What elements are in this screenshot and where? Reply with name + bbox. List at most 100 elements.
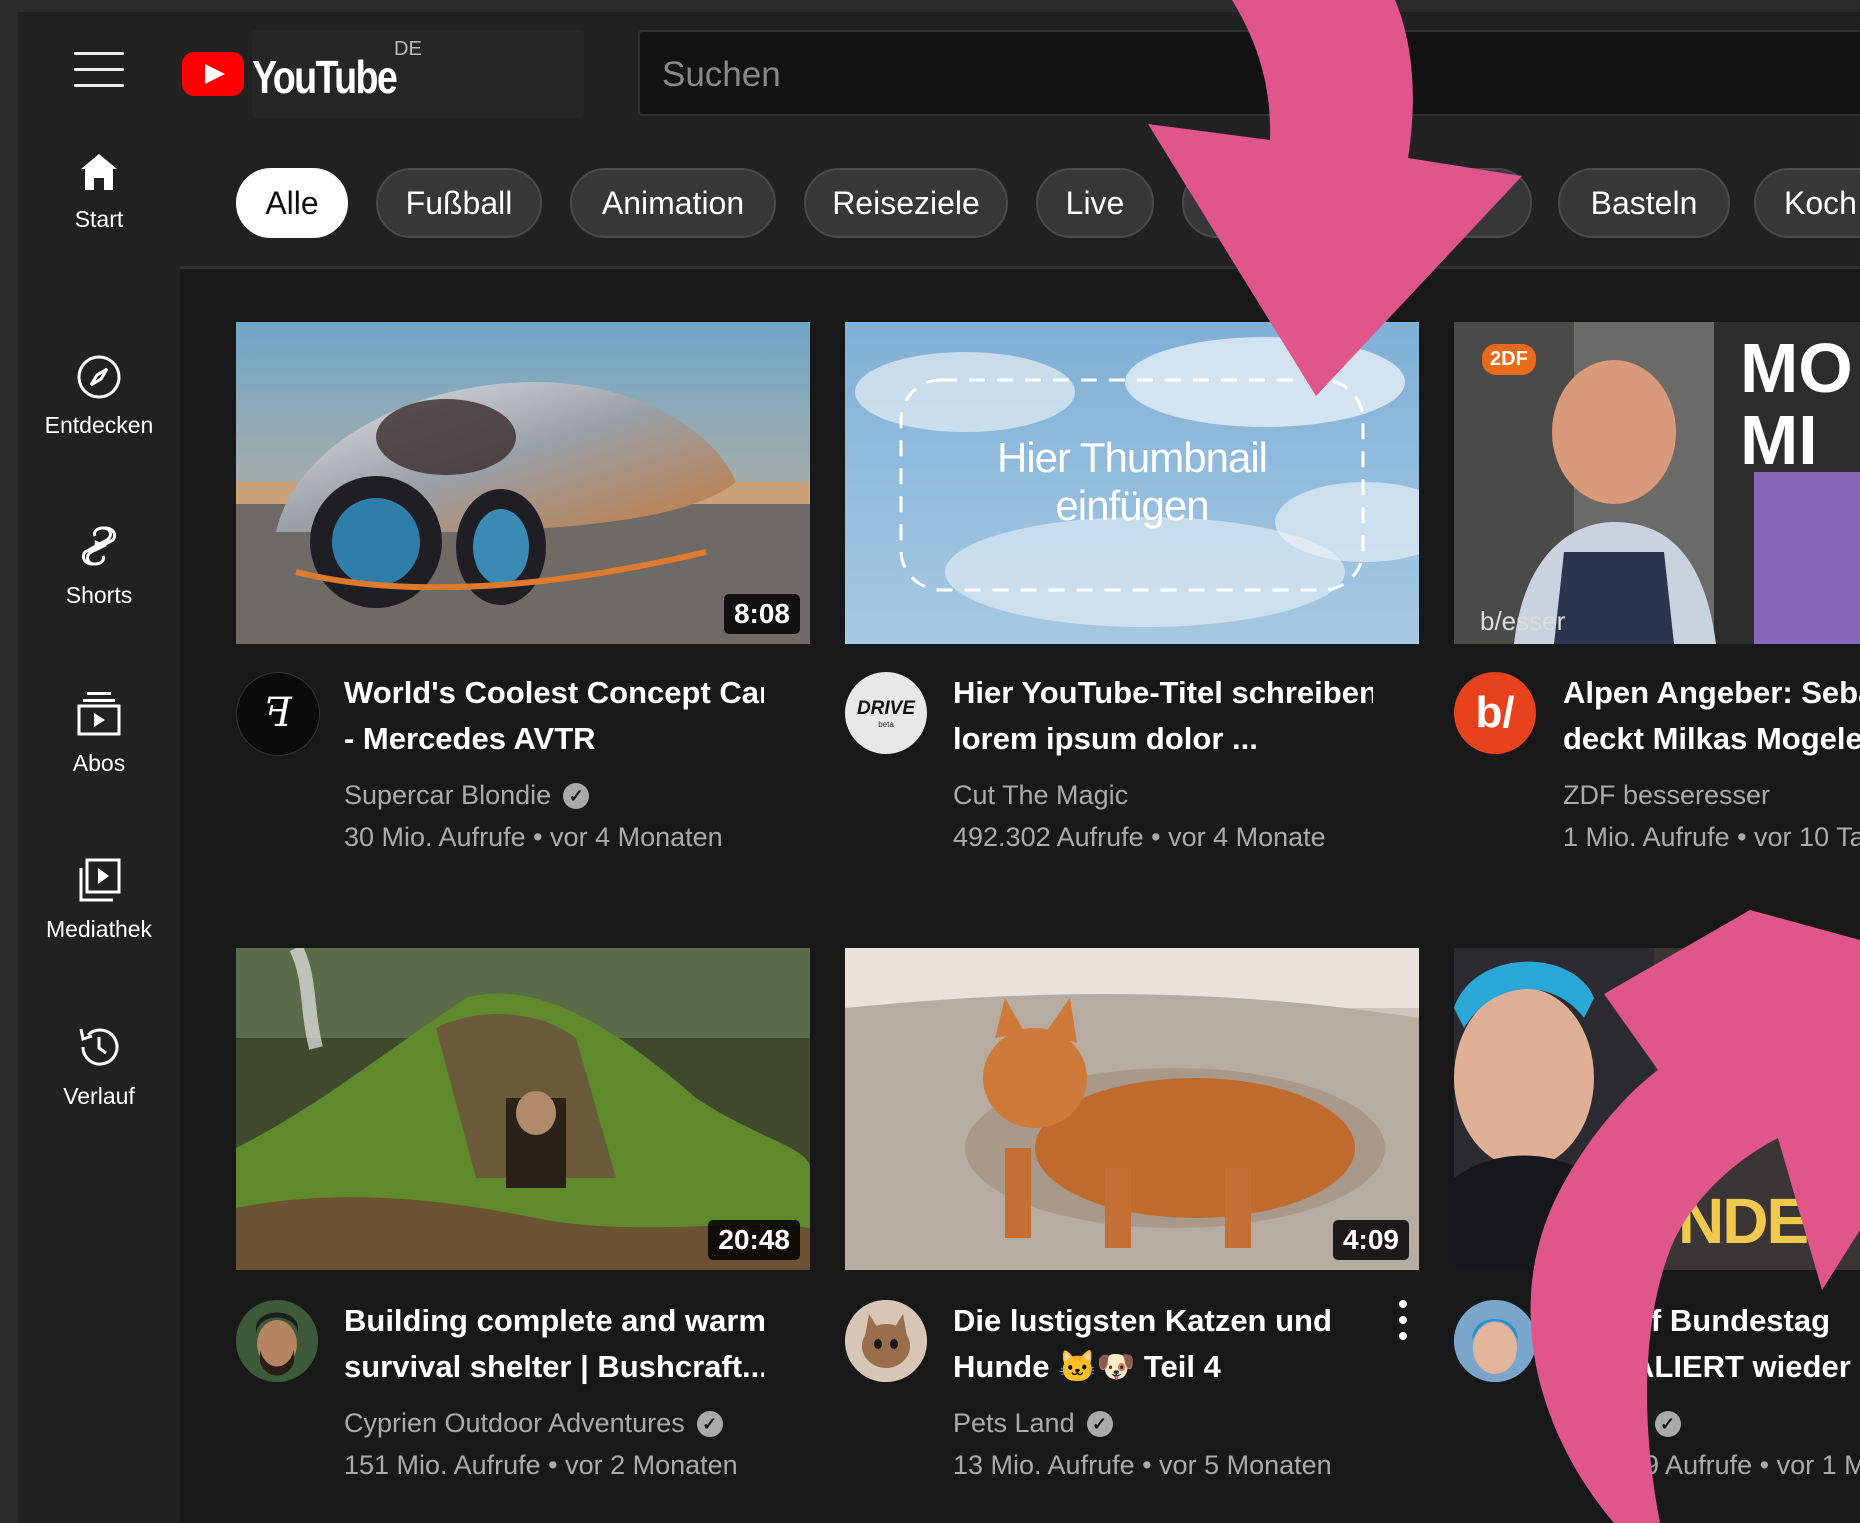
avatar-text: b/ <box>1475 688 1515 737</box>
history-icon <box>79 1028 119 1066</box>
chip-animation[interactable]: Animation <box>570 168 776 238</box>
avatar-monogram: ꟻ <box>264 690 292 736</box>
placeholder-line: einfügen <box>1055 482 1209 529</box>
region-code: DE <box>394 38 422 60</box>
video-title[interactable]: Die lustigsten Katzen und Hunde 🐱🐶 Teil 4 <box>953 1298 1373 1390</box>
video-duration: 20:48 <box>708 1220 800 1260</box>
placeholder-text: Hier Thumbnail einfügen <box>845 434 1419 530</box>
title-line: of Bundestag <box>1632 1303 1831 1338</box>
channel-avatar[interactable]: b/ <box>1454 672 1536 754</box>
channel-name[interactable]: Cut The Magic <box>953 780 1128 811</box>
sidebar-item-label: Mediathek <box>45 916 153 942</box>
watermark: b/esser <box>1480 606 1566 636</box>
avatar-text: DRIVE <box>856 698 916 719</box>
title-line: Die lustigsten Katzen und <box>953 1303 1332 1338</box>
thumbnail-text: MO MI <box>1740 332 1853 476</box>
video-duration: 8:08 <box>723 594 800 634</box>
title-line: ALIERT wieder (R <box>1632 1349 1860 1384</box>
chip-basteln[interactable]: Basteln <box>1558 168 1730 238</box>
title-line: lorem ipsum dolor ... <box>953 721 1258 756</box>
video-meta: 30 Mio. Aufrufe • vor 4 Monaten <box>344 822 723 852</box>
title-line: Building complete and warm <box>344 1303 764 1338</box>
video-title[interactable]: Alpen Angeber: Seba deckt Milkas Mogelei <box>1563 670 1860 762</box>
search-input[interactable] <box>660 50 1764 100</box>
verified-icon: ✓ <box>696 1411 723 1437</box>
title-line: deckt Milkas Mogelei <box>1563 721 1860 756</box>
sidebar-item-label: Abos <box>72 750 126 776</box>
avatar-subtext: beta <box>878 720 894 729</box>
avatar-cat-dog <box>845 1300 927 1382</box>
youtube-logo[interactable]: YouTube <box>182 48 398 104</box>
chip-alle[interactable]: Alle <box>236 168 348 238</box>
channel-name-text: zo <box>1614 1408 1643 1438</box>
video-thumbnail[interactable]: 2DF MO MI b/esser <box>1454 322 1860 644</box>
video-meta: 151 Mio. Aufrufe • vor 2 Monaten <box>344 1450 738 1480</box>
video-thumbnail[interactable]: NDES <box>1454 948 1860 1270</box>
channel-avatar[interactable] <box>236 1300 318 1382</box>
title-line: World's Coolest Concept Car <box>344 675 764 710</box>
video-thumbnail[interactable]: 8:08 <box>236 322 810 644</box>
avatar-portrait <box>1454 1300 1536 1382</box>
sidebar-item-verlauf[interactable]: Verlauf <box>18 1023 180 1163</box>
chip-reiseziele[interactable]: Reiseziele <box>804 168 1008 238</box>
channel-name-text: Pets Land <box>953 1408 1075 1438</box>
sidebar-item-abos[interactable]: Abos <box>18 690 180 830</box>
thumbnail-text: NDES <box>1678 1185 1850 1257</box>
home-icon <box>81 154 117 190</box>
video-title[interactable]: of Bundestag ALIERT wieder (R <box>1632 1298 1860 1390</box>
search-box[interactable] <box>638 30 1860 116</box>
video-thumbnail-placeholder[interactable]: Hier Thumbnail einfügen <box>845 322 1419 644</box>
video-title[interactable]: Building complete and warm survival shelt… <box>344 1298 764 1390</box>
verified-icon: ✓ <box>1086 1411 1113 1437</box>
title-line: Alpen Angeber: Seba <box>1563 675 1860 710</box>
channel-avatar[interactable] <box>1454 1300 1536 1382</box>
more-options-icon[interactable] <box>1388 1300 1418 1350</box>
sidebar-item-label: Verlauf <box>63 1083 135 1109</box>
title-line: - Mercedes AVTR <box>344 721 596 756</box>
sidebar-item-label: Entdecken <box>44 412 154 438</box>
title-line: Hunde 🐱🐶 Teil 4 <box>953 1349 1221 1384</box>
logo-text: YouTube <box>252 51 398 103</box>
sidebar-item-entdecken[interactable]: Entdecken <box>18 354 180 494</box>
channel-avatar[interactable]: ꟻ <box>236 672 320 756</box>
channel-avatar[interactable]: DRIVE beta <box>845 672 927 754</box>
channel-name-text: Cyprien Outdoor Adventures <box>344 1408 685 1438</box>
video-title[interactable]: Hier YouTube-Titel schreiben lorem ipsum … <box>953 670 1373 762</box>
channel-name[interactable]: ZDF besseresser <box>1563 780 1770 811</box>
video-thumbnail[interactable]: 20:48 <box>236 948 810 1270</box>
sidebar-item-label: Shorts <box>65 582 133 608</box>
menu-icon[interactable] <box>74 52 124 90</box>
broadcaster-badge: 2DF <box>1482 344 1536 375</box>
sidebar-item-start[interactable]: Start <box>18 150 180 290</box>
sidebar-item-label: Start <box>74 206 124 232</box>
sidebar-item-shorts[interactable]: Shorts <box>18 522 180 662</box>
sidebar-item-mediathek[interactable]: Mediathek <box>18 856 180 996</box>
video-meta: 989 Aufrufe • vor 1 M <box>1614 1450 1860 1480</box>
video-meta: 1 Mio. Aufrufe • vor 10 Ta <box>1563 822 1860 852</box>
channel-name[interactable]: Supercar Blondie ✓ <box>344 780 590 811</box>
library-icon <box>79 858 121 902</box>
sidebar-edge <box>0 12 18 1523</box>
video-thumbnail[interactable]: 4:09 <box>845 948 1419 1270</box>
thumbnail-text-line: MO <box>1740 329 1853 407</box>
video-title[interactable]: World's Coolest Concept Car - Mercedes AV… <box>344 670 764 762</box>
chip-live[interactable]: Live <box>1036 168 1154 238</box>
verified-icon: ✓ <box>563 783 590 809</box>
channel-name[interactable]: Pets Land ✓ <box>953 1408 1113 1439</box>
shorts-icon <box>81 526 117 566</box>
channel-name[interactable]: zo ✓ <box>1614 1408 1681 1439</box>
channel-name[interactable]: Cyprien Outdoor Adventures ✓ <box>344 1408 723 1439</box>
channel-avatar[interactable] <box>845 1300 927 1382</box>
video-meta: 13 Mio. Aufrufe • vor 5 Monaten <box>953 1450 1332 1480</box>
placeholder-line: Hier Thumbnail <box>996 434 1268 481</box>
youtube-play-icon <box>182 52 244 96</box>
chip-koch[interactable]: Koch <box>1754 168 1860 238</box>
chip-hidden[interactable] <box>1182 168 1532 238</box>
subscriptions-icon <box>77 692 121 736</box>
video-duration: 4:09 <box>1332 1220 1409 1260</box>
title-line: Hier YouTube-Titel schreiben <box>953 675 1373 710</box>
chip-fussball[interactable]: Fußball <box>376 168 542 238</box>
video-meta: 492.302 Aufrufe • vor 4 Monate <box>953 822 1326 852</box>
channel-name-text: Supercar Blondie <box>344 780 552 810</box>
avatar-portrait <box>236 1300 318 1382</box>
